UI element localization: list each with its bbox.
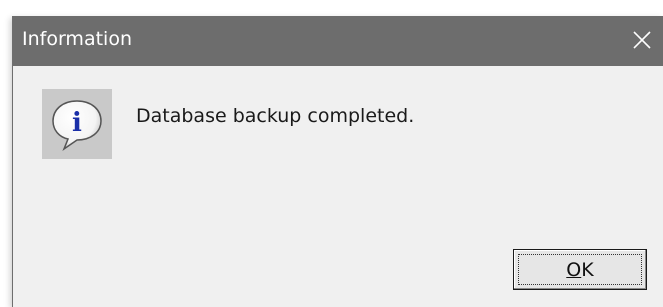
ok-button-label: OK — [514, 259, 646, 281]
close-icon — [633, 31, 651, 49]
svg-text:i: i — [72, 108, 82, 138]
dialog-title: Information — [22, 28, 132, 50]
dialog-message: Database backup completed. — [136, 105, 415, 127]
close-button[interactable] — [619, 16, 663, 66]
info-icon-frame: i — [42, 89, 112, 159]
information-dialog: Information i Database backup completed.… — [12, 16, 663, 307]
title-bar[interactable]: Information — [13, 16, 663, 66]
ok-label-rest: K — [581, 259, 594, 281]
info-speech-bubble-icon: i — [52, 100, 102, 152]
ok-button[interactable]: OK — [513, 249, 647, 290]
ok-mnemonic: O — [566, 259, 582, 281]
